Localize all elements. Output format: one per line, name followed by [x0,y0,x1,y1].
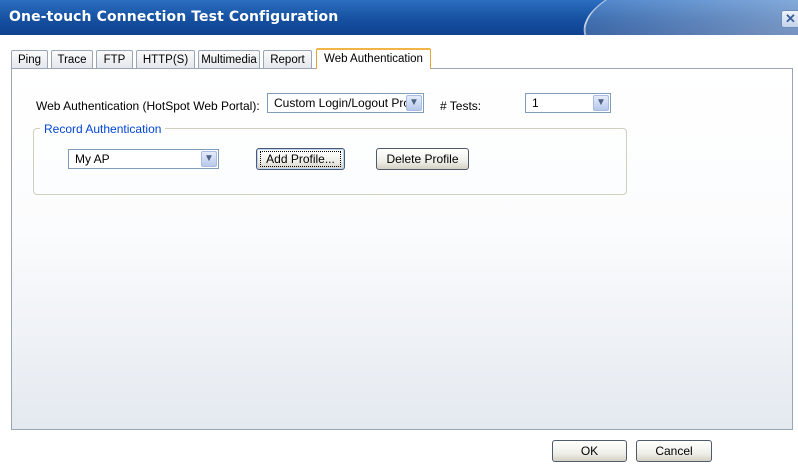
tab-strip: Ping Trace FTP HTTP(S) Multimedia Report… [11,48,791,69]
portal-dropdown-value: Custom Login/Logout Profi [274,96,417,110]
tab-trace[interactable]: Trace [51,50,93,68]
tab-ping[interactable]: Ping [11,50,48,68]
tests-dropdown-value: 1 [532,96,539,110]
chevron-down-icon[interactable]: ▼ [593,95,609,111]
portal-label: Web Authentication (HotSpot Web Portal): [36,99,260,113]
tab-content-panel: Web Authentication (HotSpot Web Portal):… [11,68,793,430]
profile-dropdown[interactable]: My AP ▼ [68,149,219,169]
chevron-down-icon[interactable]: ▼ [406,95,422,111]
delete-profile-button[interactable]: Delete Profile [376,148,469,170]
tab-ftp[interactable]: FTP [96,50,133,68]
window-title: One-touch Connection Test Configuration [9,9,339,25]
add-profile-button-label: Add Profile... [260,151,341,167]
ok-button[interactable]: OK [552,440,627,462]
tab-web-authentication[interactable]: Web Authentication [316,48,431,69]
profile-dropdown-value: My AP [75,152,110,166]
chevron-down-icon[interactable]: ▼ [201,151,217,167]
tests-dropdown[interactable]: 1 ▼ [525,93,611,113]
record-authentication-label: Record Authentication [40,122,166,136]
add-profile-button[interactable]: Add Profile... [256,148,345,170]
cancel-button[interactable]: Cancel [636,440,712,462]
close-icon[interactable]: ✕ [781,10,798,28]
tests-label: # Tests: [440,99,482,113]
tab-report[interactable]: Report [263,50,312,68]
portal-dropdown[interactable]: Custom Login/Logout Profi ▼ [267,93,424,113]
tab-https[interactable]: HTTP(S) [136,50,195,68]
title-bar: One-touch Connection Test Configuration … [0,0,798,35]
title-bar-decoration [562,0,798,35]
tab-multimedia[interactable]: Multimedia [198,50,260,68]
